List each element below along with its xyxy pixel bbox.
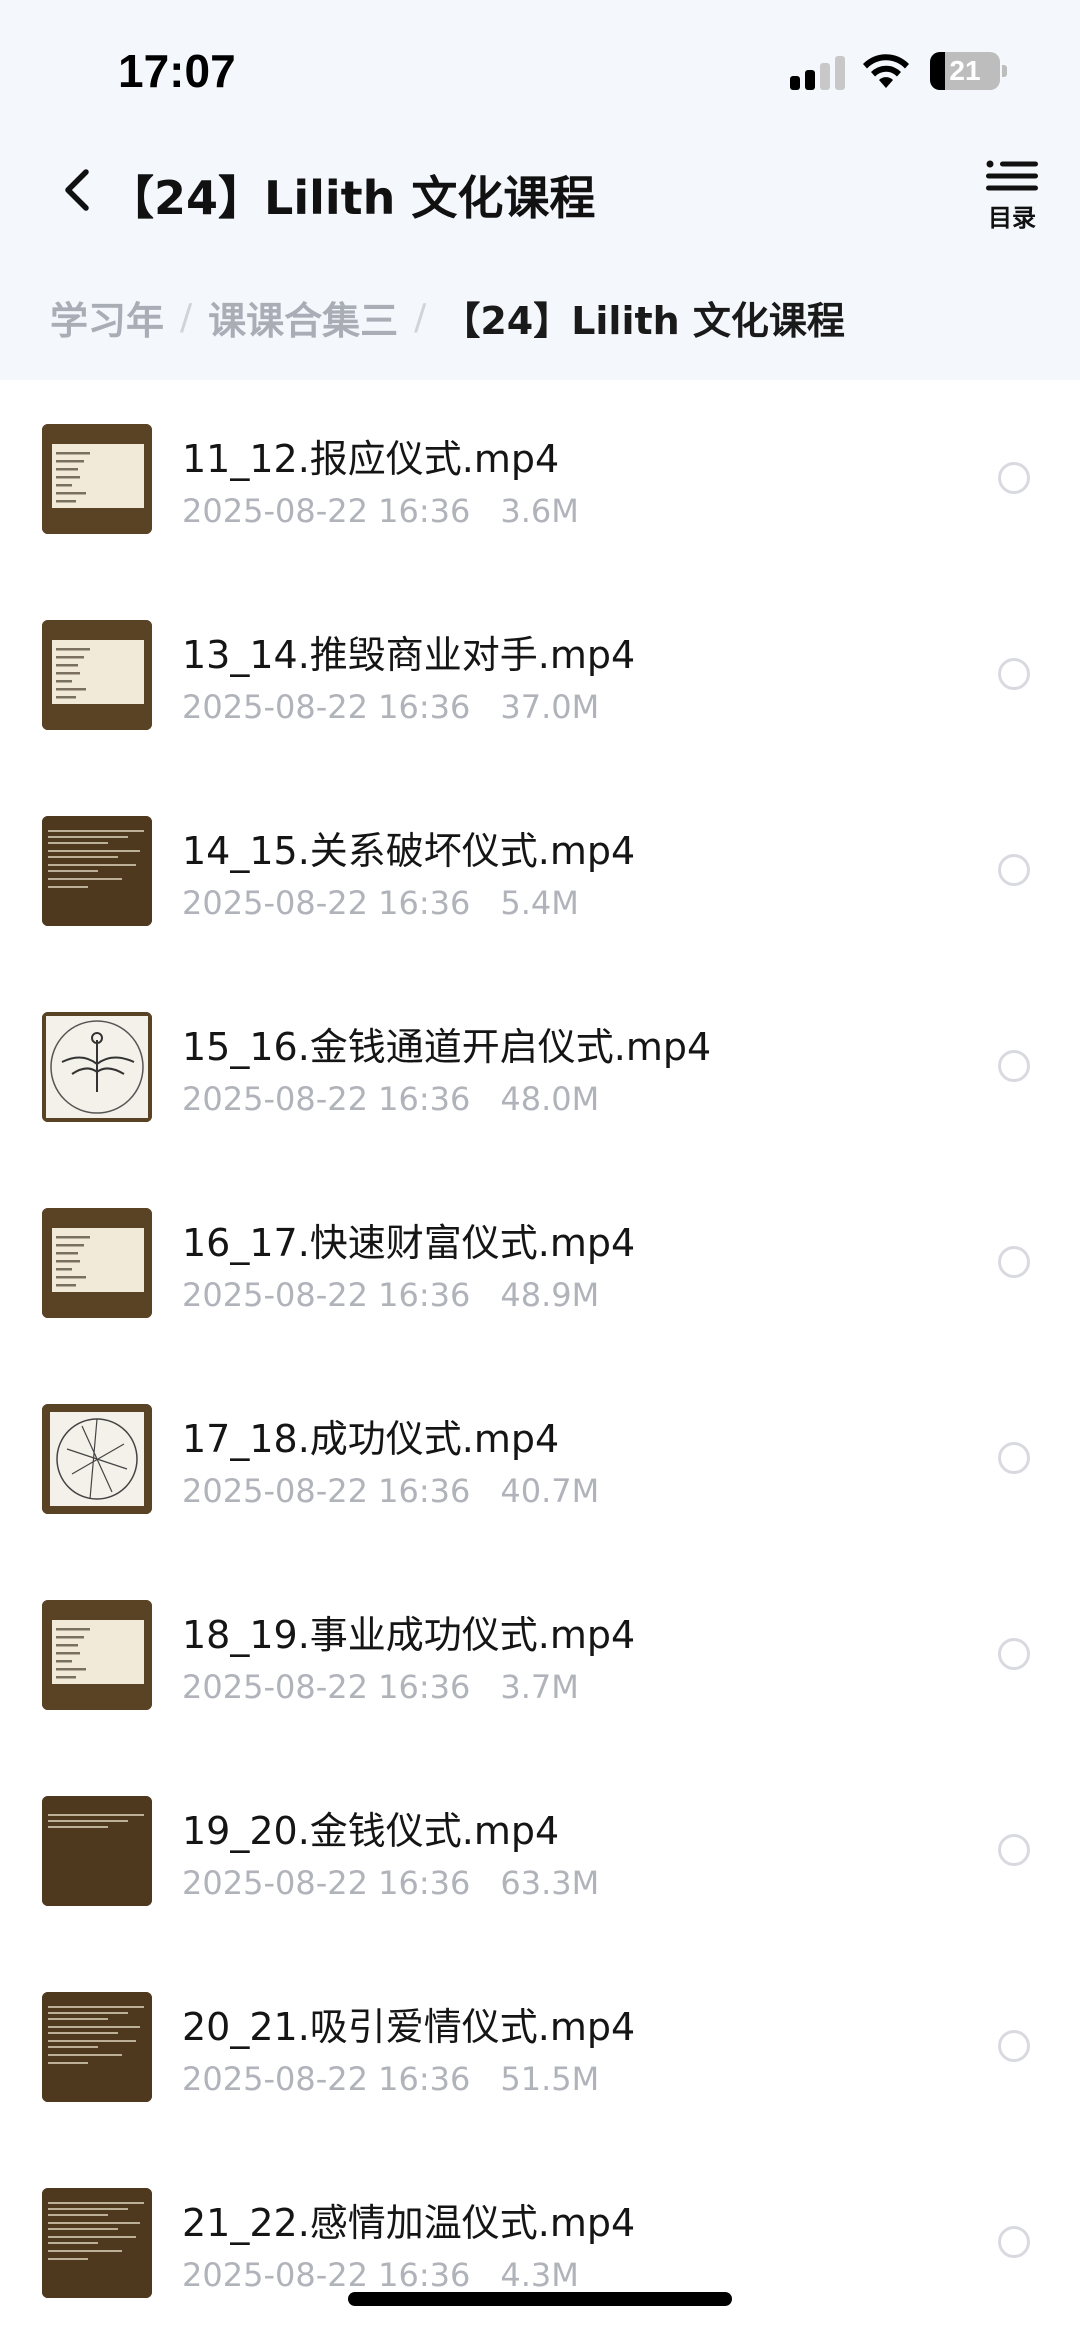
file-meta: 2025-08-22 16:36 5.4M: [182, 884, 579, 922]
file-date: 2025-08-22 16:36: [182, 2256, 471, 2294]
file-date: 2025-08-22 16:36: [182, 1276, 471, 1314]
file-name: 11_12.报应仪式.mp4: [182, 437, 560, 481]
select-radio[interactable]: [998, 1834, 1030, 1866]
file-name: 16_17.快速财富仪式.mp4: [182, 1221, 636, 1265]
file-date: 2025-08-22 16:36: [182, 492, 471, 530]
file-meta: 2025-08-22 16:36 4.3M: [182, 2256, 579, 2294]
file-size: 63.3M: [500, 1864, 600, 1902]
file-size: 51.5M: [500, 2060, 600, 2098]
file-meta: 2025-08-22 16:36 48.9M: [182, 1276, 599, 1314]
status-time: 17:07: [118, 45, 236, 97]
file-meta: 2025-08-22 16:36 40.7M: [182, 1472, 599, 1510]
file-name: 13_14.推毁商业对手.mp4: [182, 633, 636, 677]
file-name: 19_20.金钱仪式.mp4: [182, 1809, 560, 1853]
file-meta: 2025-08-22 16:36 3.7M: [182, 1668, 579, 1706]
select-radio[interactable]: [998, 1246, 1030, 1278]
video-thumbnail: [42, 1796, 152, 1906]
file-list-item[interactable]: 14_15.关系破坏仪式.mp4 2025-08-22 16:36 5.4M: [0, 782, 1080, 978]
file-size: 4.3M: [500, 2256, 579, 2294]
file-date: 2025-08-22 16:36: [182, 884, 471, 922]
catalog-button[interactable]: 目录: [972, 160, 1052, 240]
catalog-label: 目录: [988, 204, 1036, 232]
page-title: 【24】Lilith 文化课程: [108, 171, 596, 225]
select-radio[interactable]: [998, 2030, 1030, 2062]
file-list-item[interactable]: 21_22.感情加温仪式.mp4 2025-08-22 16:36 4.3M: [0, 2154, 1080, 2337]
breadcrumb-separator: /: [180, 297, 193, 338]
file-size: 40.7M: [500, 1472, 600, 1510]
file-list-item[interactable]: 11_12.报应仪式.mp4 2025-08-22 16:36 3.6M: [0, 390, 1080, 586]
video-thumbnail: [42, 424, 152, 534]
breadcrumb-item-root[interactable]: 学习年: [50, 290, 164, 345]
file-name: 20_21.吸引爱情仪式.mp4: [182, 2005, 636, 2049]
video-thumbnail: [42, 816, 152, 926]
file-date: 2025-08-22 16:36: [182, 1472, 471, 1510]
file-list-item[interactable]: 15_16.金钱通道开启仪式.mp4 2025-08-22 16:36 48.0M: [0, 978, 1080, 1174]
nav-bar: 【24】Lilith 文化课程 目录: [0, 140, 1080, 240]
video-thumbnail: [42, 1992, 152, 2102]
video-thumbnail: [42, 2188, 152, 2298]
file-list-item[interactable]: 13_14.推毁商业对手.mp4 2025-08-22 16:36 37.0M: [0, 586, 1080, 782]
file-meta: 2025-08-22 16:36 63.3M: [182, 1864, 599, 1902]
file-size: 3.6M: [500, 492, 579, 530]
file-list-item[interactable]: 20_21.吸引爱情仪式.mp4 2025-08-22 16:36 51.5M: [0, 1958, 1080, 2154]
screen: 17:07 21 【24】Lilith 文化课程 目录 学习年 / 课课合集三 …: [0, 0, 1080, 2337]
file-list-item[interactable]: 18_19.事业成功仪式.mp4 2025-08-22 16:36 3.7M: [0, 1566, 1080, 1762]
wifi-icon: [862, 52, 910, 90]
video-thumbnail: [42, 1208, 152, 1318]
video-thumbnail: [42, 1600, 152, 1710]
file-date: 2025-08-22 16:36: [182, 1864, 471, 1902]
file-list-item[interactable]: 19_20.金钱仪式.mp4 2025-08-22 16:36 63.3M: [0, 1762, 1080, 1958]
cellular-signal-icon: [790, 56, 846, 90]
file-date: 2025-08-22 16:36: [182, 1668, 471, 1706]
file-date: 2025-08-22 16:36: [182, 688, 471, 726]
select-radio[interactable]: [998, 462, 1030, 494]
chevron-left-icon: [65, 169, 89, 211]
battery-icon: 21: [930, 52, 1007, 90]
file-name: 17_18.成功仪式.mp4: [182, 1417, 560, 1461]
select-radio[interactable]: [998, 1638, 1030, 1670]
video-thumbnail: [42, 1012, 152, 1122]
file-name: 14_15.关系破坏仪式.mp4: [182, 829, 636, 873]
video-thumbnail: [42, 620, 152, 730]
file-list-item[interactable]: 17_18.成功仪式.mp4 2025-08-22 16:36 40.7M: [0, 1370, 1080, 1566]
file-meta: 2025-08-22 16:36 48.0M: [182, 1080, 599, 1118]
file-meta: 2025-08-22 16:36 3.6M: [182, 492, 579, 530]
file-meta: 2025-08-22 16:36 37.0M: [182, 688, 599, 726]
select-radio[interactable]: [998, 2226, 1030, 2258]
breadcrumb: 学习年 / 课课合集三 / 【24】Lilith 文化课程: [50, 290, 845, 350]
select-radio[interactable]: [998, 658, 1030, 690]
back-button[interactable]: [52, 158, 112, 222]
breadcrumb-separator: /: [414, 297, 427, 338]
file-date: 2025-08-22 16:36: [182, 2060, 471, 2098]
file-date: 2025-08-22 16:36: [182, 1080, 471, 1118]
file-size: 48.0M: [500, 1080, 600, 1118]
file-size: 3.7M: [500, 1668, 579, 1706]
file-name: 18_19.事业成功仪式.mp4: [182, 1613, 636, 1657]
file-name: 15_16.金钱通道开启仪式.mp4: [182, 1025, 712, 1069]
file-size: 48.9M: [500, 1276, 600, 1314]
battery-level: 21: [949, 55, 981, 86]
status-bar: 17:07 21: [0, 0, 1080, 130]
file-list-item[interactable]: 16_17.快速财富仪式.mp4 2025-08-22 16:36 48.9M: [0, 1174, 1080, 1370]
file-name: 21_22.感情加温仪式.mp4: [182, 2201, 636, 2245]
breadcrumb-item-current: 【24】Lilith 文化课程: [442, 299, 845, 343]
select-radio[interactable]: [998, 854, 1030, 886]
home-indicator[interactable]: [348, 2292, 732, 2306]
video-thumbnail: [42, 1404, 152, 1514]
file-meta: 2025-08-22 16:36 51.5M: [182, 2060, 599, 2098]
select-radio[interactable]: [998, 1442, 1030, 1474]
file-list: 11_12.报应仪式.mp4 2025-08-22 16:36 3.6M 13_14…: [0, 390, 1080, 2337]
file-size: 5.4M: [500, 884, 579, 922]
file-size: 37.0M: [500, 688, 600, 726]
list-icon: [986, 160, 1038, 191]
breadcrumb-item-collection[interactable]: 课课合集三: [208, 290, 398, 345]
select-radio[interactable]: [998, 1050, 1030, 1082]
